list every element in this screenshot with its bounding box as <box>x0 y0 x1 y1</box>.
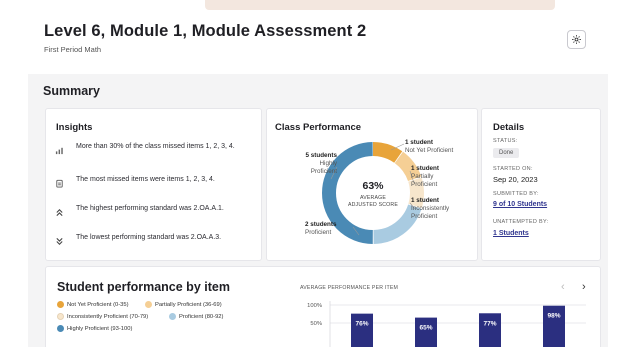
segment-label-inconsistently: 1 student Inconsistently Proficient <box>411 197 450 220</box>
insights-title: Insights <box>56 122 93 133</box>
insight-item: The lowest performing standard was 2.OA.… <box>52 233 257 248</box>
segment-label-partially: 1 student Partially Proficient <box>411 165 439 188</box>
bar-chart-icon <box>52 143 66 157</box>
bar-value-label: 76% <box>355 321 368 328</box>
insight-text: The highest performing standard was 2.OA… <box>76 205 224 212</box>
y-tick-label: 100% <box>307 303 322 309</box>
average-score-caption: AVERAGE ADJUSTED SCORE <box>347 195 399 208</box>
page-header: Level 6, Module 1, Module Assessment 2 F… <box>0 0 618 74</box>
started-value: Sep 20, 2023 <box>493 175 538 184</box>
unattempted-link[interactable]: 1 Students <box>493 230 529 237</box>
bar-value-label: 77% <box>483 320 496 327</box>
insight-text: The most missed items were items 1, 2, 3… <box>76 176 215 183</box>
unattempted-label: UNATTEMPTED BY: <box>493 219 549 225</box>
chevrons-down-icon <box>52 234 66 248</box>
status-label: STATUS: <box>493 138 518 144</box>
insight-item: The most missed items were items 1, 2, 3… <box>52 175 257 190</box>
submitted-label: SUBMITTED BY: <box>493 191 539 197</box>
segment-label-highly: 5 students Highly Proficient <box>305 152 338 175</box>
status-badge: Done <box>493 148 520 158</box>
performance-by-item-card: Student performance by item Not Yet Prof… <box>45 266 601 347</box>
bar-item-2[interactable] <box>415 317 437 347</box>
bar-item-1[interactable] <box>351 313 373 347</box>
insight-text: The lowest performing standard was 2.OA.… <box>76 234 222 241</box>
settings-button[interactable] <box>567 30 586 49</box>
main-content: Summary Insights More than 30% of the cl… <box>28 74 608 347</box>
clipboard-icon <box>52 176 66 190</box>
chevrons-up-icon <box>52 205 66 219</box>
y-tick-label: 50% <box>310 321 322 327</box>
average-score-percent: 63% <box>362 180 384 192</box>
insight-item: The highest performing standard was 2.OA… <box>52 204 257 219</box>
bar-item-3[interactable] <box>479 313 501 347</box>
bar-value-label: 98% <box>547 313 560 320</box>
segment-label-not-yet: 1 student Not Yet Proficient <box>405 139 454 154</box>
page-title: Level 6, Module 1, Module Assessment 2 <box>44 22 367 40</box>
insight-item: More than 30% of the class missed items … <box>52 142 257 157</box>
header-accent <box>205 0 555 10</box>
details-card: Details STATUS: Done STARTED ON: Sep 20,… <box>481 108 601 261</box>
details-title: Details <box>493 122 525 133</box>
bar-chart: 100% 50% 76% 65% 77% 98% <box>307 301 586 347</box>
gear-icon <box>572 35 581 44</box>
class-performance-card: Class Performance 63% AVERAGE ADJUSTED S… <box>266 108 478 261</box>
segment-label-proficient: 2 students Proficient <box>305 221 337 236</box>
insights-card: Insights More than 30% of the class miss… <box>45 108 262 261</box>
insight-text: More than 30% of the class missed items … <box>76 143 235 150</box>
submitted-link[interactable]: 9 of 10 Students <box>493 201 547 208</box>
page-subtitle: First Period Math <box>44 45 102 54</box>
started-label: STARTED ON: <box>493 166 533 172</box>
bar-value-label: 65% <box>419 325 432 332</box>
summary-heading: Summary <box>43 84 100 98</box>
